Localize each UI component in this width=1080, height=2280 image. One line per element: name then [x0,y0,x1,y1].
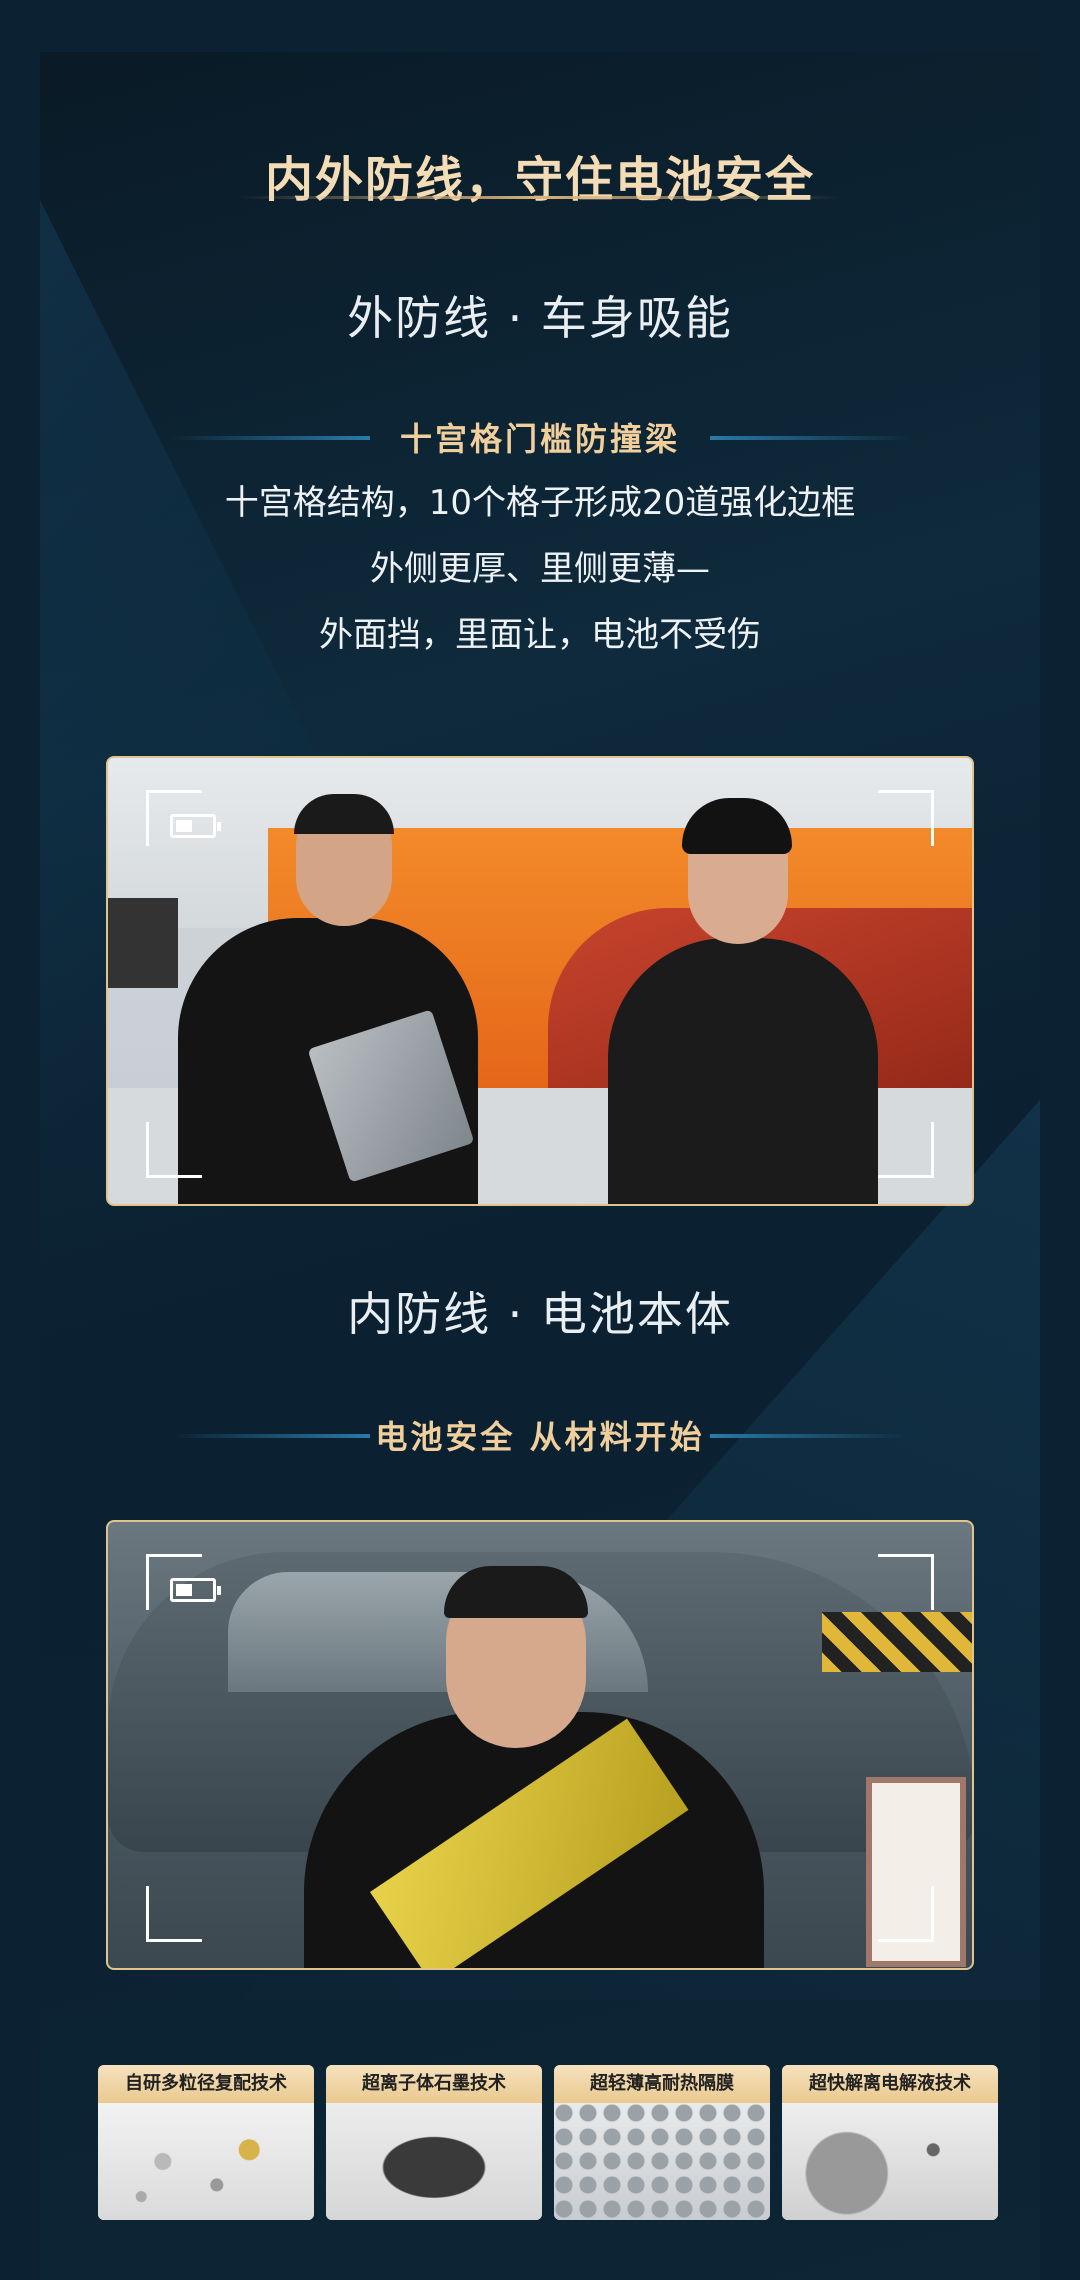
tech-card-label: 超轻薄高耐热隔膜 [554,2065,770,2103]
outer-description: 十宫格结构，10个格子形成20道强化边框 外侧更厚、里侧更薄— 外面挡，里面让，… [0,470,1080,668]
viewfinder-corner-icon [146,1122,202,1178]
tech-card: 超轻薄高耐热隔膜 [554,2065,770,2220]
description-line: 外面挡，里面让，电池不受伤 [319,615,761,655]
tech-card-image [326,2103,542,2220]
divider-line-right [710,436,910,440]
tech-card-label: 超离子体石墨技术 [326,2065,542,2103]
photo-crash-beam-demo [106,756,974,1206]
divider-line-right [710,1434,910,1438]
outer-subheading: 十宫格门槛防撞梁 [399,420,680,458]
tech-card-image [554,2103,770,2220]
tech-card-label: 自研多粒径复配技术 [98,2065,314,2103]
outer-defense-heading: 外防线 · 车身吸能 [347,291,733,345]
outer-subheading-row: 十宫格门槛防撞梁 [0,414,1080,458]
battery-icon [170,1578,221,1602]
divider-line-left [170,436,370,440]
photo-battery-material-demo [106,1520,974,1970]
inner-subheading-row: 电池安全 从材料开始 [0,1412,1080,1456]
tech-card: 超离子体石墨技术 [326,2065,542,2220]
viewfinder-corner-icon [878,790,934,846]
presenter-hair [444,1566,588,1618]
viewfinder-corner-icon [878,1886,934,1942]
battery-icon [170,814,221,838]
title-underline [240,196,840,199]
inner-defense-heading: 内防线 · 电池本体 [347,1287,733,1341]
description-line: 外侧更厚、里侧更薄— [370,549,710,589]
viewfinder-corner-icon [146,1886,202,1942]
inner-subheading: 电池安全 从材料开始 [375,1418,705,1456]
tech-card: 自研多粒径复配技术 [98,2065,314,2220]
tech-card-image [782,2103,998,2220]
photo-hazard-stripes [822,1612,972,1672]
viewfinder-corner-icon [878,1122,934,1178]
page-title: 内外防线，守住电池安全 [264,152,815,208]
description-line: 十宫格结构，10个格子形成20道强化边框 [224,483,856,523]
photo-doorway [108,898,178,988]
presenter-right [608,938,878,1204]
tech-card: 超快解离电解液技术 [782,2065,998,2220]
viewfinder-corner-icon [878,1554,934,1610]
tech-card-row: 自研多粒径复配技术 超离子体石墨技术 超轻薄高耐热隔膜 超快解离电解液技术 [98,2065,998,2220]
divider-line-left [170,1434,370,1438]
tech-card-image [98,2103,314,2220]
tech-card-label: 超快解离电解液技术 [782,2065,998,2103]
